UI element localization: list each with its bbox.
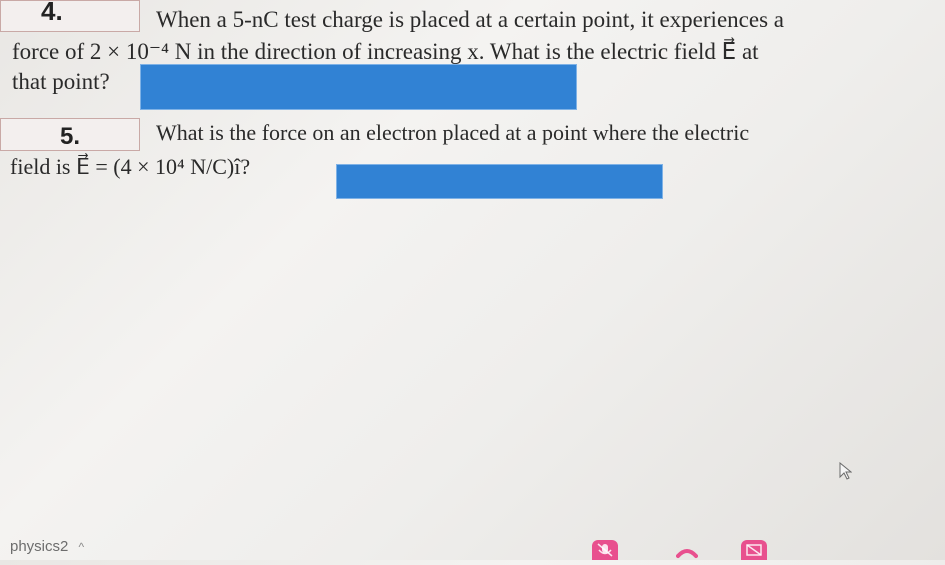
question-4-number-box: 4. [0, 0, 140, 32]
question-5-line-1: What is the force on an electron placed … [156, 120, 750, 145]
phone-icon[interactable] [676, 544, 698, 560]
mic-icon [597, 543, 613, 557]
question-5-number-box: 5. [0, 118, 140, 151]
question-5-number: 5. [59, 123, 80, 150]
question-4-line-1: When a 5-nC test charge is placed at a c… [156, 7, 784, 32]
document-tab-label: physics2 [10, 538, 69, 555]
worksheet-screen: 4. When a 5-nC test charge is placed at … [0, 0, 945, 560]
question-4-number: 4. [41, 0, 63, 26]
question-4-line-2: force of 2 × 10⁻⁴ N in the direction of … [12, 39, 759, 64]
screen-share-button[interactable] [741, 540, 767, 560]
question-4-line-3: that point? [12, 69, 110, 94]
document-tab[interactable]: physics2 ^ [10, 538, 84, 555]
cursor-icon [839, 462, 852, 480]
question-5-answer-input[interactable] [336, 164, 663, 199]
screen-share-icon [746, 544, 762, 556]
mute-button[interactable] [592, 540, 618, 560]
question-4-answer-input[interactable] [140, 64, 577, 110]
chevron-up-icon: ^ [78, 540, 85, 554]
question-5-line-2: field is E⃗ = (4 × 10⁴ N/C)î? [10, 154, 251, 179]
